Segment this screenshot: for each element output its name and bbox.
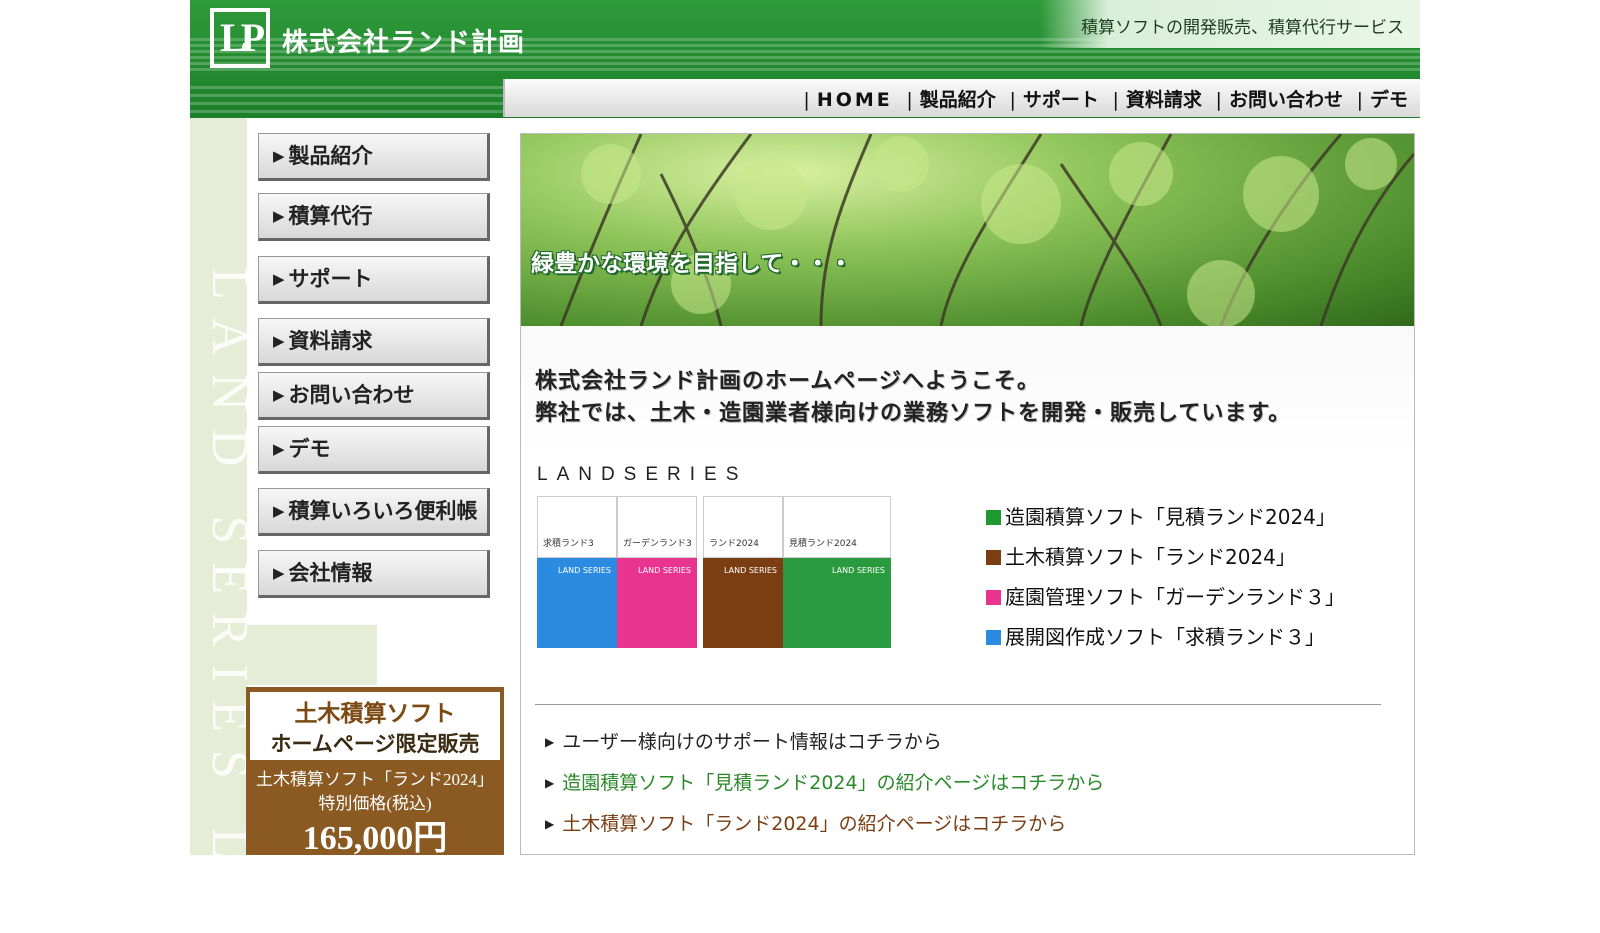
triangle-right-icon: ▶: [273, 147, 285, 165]
side-menu-products[interactable]: ▶ 製品紹介: [258, 133, 490, 181]
side-menu-label: お問い合わせ: [288, 383, 415, 407]
side-menu-label: 積算代行: [288, 204, 373, 228]
nav-demo[interactable]: デモ: [1370, 89, 1408, 111]
triangle-right-icon: ▶: [273, 440, 285, 458]
promo-header: 土木積算ソフト ホームページ限定販売: [250, 692, 500, 760]
link-text: ユーザー様向けのサポート情報はコチラから: [562, 731, 942, 753]
triangle-right-icon: ▶: [545, 817, 555, 831]
square-icon: [986, 630, 1001, 645]
triangle-right-icon: ▶: [273, 270, 285, 288]
info-links: ▶ ユーザー様向けのサポート情報はコチラから ▶ 造園積算ソフト「見積ランド2024…: [545, 722, 1104, 845]
side-menu-estimation-service[interactable]: ▶ 積算代行: [258, 193, 490, 241]
box-brand: LAND SERIES: [832, 566, 885, 575]
nav-separator: |: [1112, 89, 1119, 111]
triangle-right-icon: ▶: [545, 776, 555, 790]
product-box: ガーデンランド3 LAND SERIES: [617, 496, 697, 648]
box-brand: LAND SERIES: [638, 566, 691, 575]
triangle-right-icon: ▶: [273, 502, 285, 520]
product-item[interactable]: 展開図作成ソフト「求積ランド３」: [986, 617, 1345, 657]
site-tagline: 積算ソフトの開発販売、積算代行サービス: [1081, 18, 1404, 38]
nav-home[interactable]: HOME: [817, 89, 893, 111]
side-menu-label: デモ: [288, 437, 331, 461]
promo-product: 土木積算ソフト「ランド2024」: [256, 770, 494, 789]
box-label: 求積ランド3: [543, 539, 594, 549]
top-nav: | HOME | 製品紹介 | サポート | 資料請求 | お問い合わせ | デモ: [503, 79, 1420, 117]
side-menu-handbook[interactable]: ▶ 積算いろいろ便利帳: [258, 488, 490, 536]
side-menu-label: 製品紹介: [288, 144, 373, 168]
box-label: ランド2024: [709, 539, 759, 549]
nav-contact[interactable]: お問い合わせ: [1229, 89, 1343, 111]
product-list: 造園積算ソフト「見積ランド2024」 土木積算ソフト「ランド2024」 庭園管理…: [986, 497, 1345, 657]
link-land-2024[interactable]: ▶ 土木積算ソフト「ランド2024」の紹介ページはコチラから: [545, 804, 1104, 845]
side-menu-label: サポート: [288, 267, 373, 291]
link-text: 土木積算ソフト「ランド2024」の紹介ページはコチラから: [562, 813, 1067, 835]
product-item-label: 展開図作成ソフト「求積ランド３」: [1005, 625, 1325, 649]
nav-products[interactable]: 製品紹介: [920, 89, 996, 111]
side-menu-company-info[interactable]: ▶ 会社情報: [258, 550, 490, 598]
product-box: 見積ランド2024 LAND SERIES: [783, 496, 891, 648]
site-header: LP 株式会社ランド計画 積算ソフトの開発販売、積算代行サービス | HOME |…: [190, 0, 1420, 118]
link-mitsumori-land[interactable]: ▶ 造園積算ソフト「見積ランド2024」の紹介ページはコチラから: [545, 763, 1104, 804]
divider: [535, 704, 1381, 705]
welcome-message: 株式会社ランド計画のホームページへようこそ。 弊社では、土木・造園業者様向けの業…: [535, 366, 1291, 430]
triangle-right-icon: ▶: [273, 564, 285, 582]
header-stripe: [190, 62, 1420, 65]
side-menu-label: 会社情報: [288, 561, 373, 585]
product-boxes-image[interactable]: 求積ランド3 LAND SERIES ガーデンランド3 LAND SERIES …: [537, 496, 897, 656]
welcome-line1: 株式会社ランド計画のホームページへようこそ。: [535, 369, 1040, 394]
company-logo[interactable]: LP: [210, 8, 270, 68]
top-nav-links: | HOME | 製品紹介 | サポート | 資料請求 | お問い合わせ | デモ: [796, 85, 1408, 112]
product-box: 求積ランド3 LAND SERIES: [537, 496, 617, 648]
side-menu-support[interactable]: ▶ サポート: [258, 256, 490, 304]
triangle-right-icon: ▶: [273, 386, 285, 404]
square-icon: [986, 550, 1001, 565]
nav-separator: |: [1356, 89, 1363, 111]
logo-letters: LP: [220, 15, 265, 60]
company-name[interactable]: 株式会社ランド計画: [282, 22, 525, 59]
square-icon: [986, 590, 1001, 605]
nav-separator: |: [803, 89, 810, 111]
series-title: LANDSERIES: [537, 464, 748, 485]
triangle-right-icon: ▶: [273, 332, 285, 350]
square-icon: [986, 510, 1001, 525]
nav-separator: |: [1009, 89, 1016, 111]
product-box: ランド2024 LAND SERIES: [703, 496, 783, 648]
product-item-label: 土木積算ソフト「ランド2024」: [1005, 545, 1296, 569]
promo-price: 165,000円: [302, 820, 448, 857]
welcome-line2: 弊社では、土木・造園業者様向けの業務ソフトを開発・販売しています。: [535, 401, 1292, 426]
side-menu-label: 積算いろいろ便利帳: [288, 499, 478, 523]
header-stripe: [190, 68, 1420, 71]
promo-line1: 土木積算ソフト: [294, 701, 456, 726]
product-item[interactable]: 庭園管理ソフト「ガーデンランド３」: [986, 577, 1345, 617]
product-item-label: 庭園管理ソフト「ガーデンランド３」: [1005, 585, 1345, 609]
side-menu-label: 資料請求: [288, 329, 373, 353]
product-item-label: 造園積算ソフト「見積ランド2024」: [1005, 505, 1336, 529]
product-item[interactable]: 土木積算ソフト「ランド2024」: [986, 537, 1345, 577]
promo-line2: ホームページ限定販売: [270, 732, 480, 756]
side-menu-request-docs[interactable]: ▶ 資料請求: [258, 318, 490, 366]
nav-separator: |: [906, 89, 913, 111]
nav-request-docs[interactable]: 資料請求: [1126, 89, 1202, 111]
page: LP 株式会社ランド計画 積算ソフトの開発販売、積算代行サービス | HOME |…: [190, 0, 1420, 933]
product-item[interactable]: 造園積算ソフト「見積ランド2024」: [986, 497, 1345, 537]
link-support-info[interactable]: ▶ ユーザー様向けのサポート情報はコチラから: [545, 722, 1104, 763]
forest-image: [559, 134, 1414, 326]
hero-banner: 緑豊かな環境を目指して・・・: [521, 134, 1414, 326]
nav-separator: |: [1215, 89, 1222, 111]
triangle-right-icon: ▶: [273, 207, 285, 225]
sidebar-background: LAND SERIES LA: [190, 118, 258, 933]
link-text: 造園積算ソフト「見積ランド2024」の紹介ページはコチラから: [562, 772, 1105, 794]
promo-banner[interactable]: 土木積算ソフト ホームページ限定販売 土木積算ソフト「ランド2024」 特別価格…: [246, 687, 504, 857]
hero-caption: 緑豊かな環境を目指して・・・: [531, 251, 853, 277]
sidebar-lower-background: [247, 625, 377, 685]
main-content: 緑豊かな環境を目指して・・・ 株式会社ランド計画のホームページへようこそ。 弊社…: [520, 133, 1415, 855]
box-label: ガーデンランド3: [623, 539, 692, 549]
box-brand: LAND SERIES: [724, 566, 777, 575]
box-label: 見積ランド2024: [789, 539, 857, 549]
triangle-right-icon: ▶: [545, 735, 555, 749]
side-menu-contact[interactable]: ▶ お問い合わせ: [258, 372, 490, 420]
box-brand: LAND SERIES: [558, 566, 611, 575]
nav-support[interactable]: サポート: [1023, 89, 1099, 111]
side-menu-demo[interactable]: ▶ デモ: [258, 426, 490, 474]
